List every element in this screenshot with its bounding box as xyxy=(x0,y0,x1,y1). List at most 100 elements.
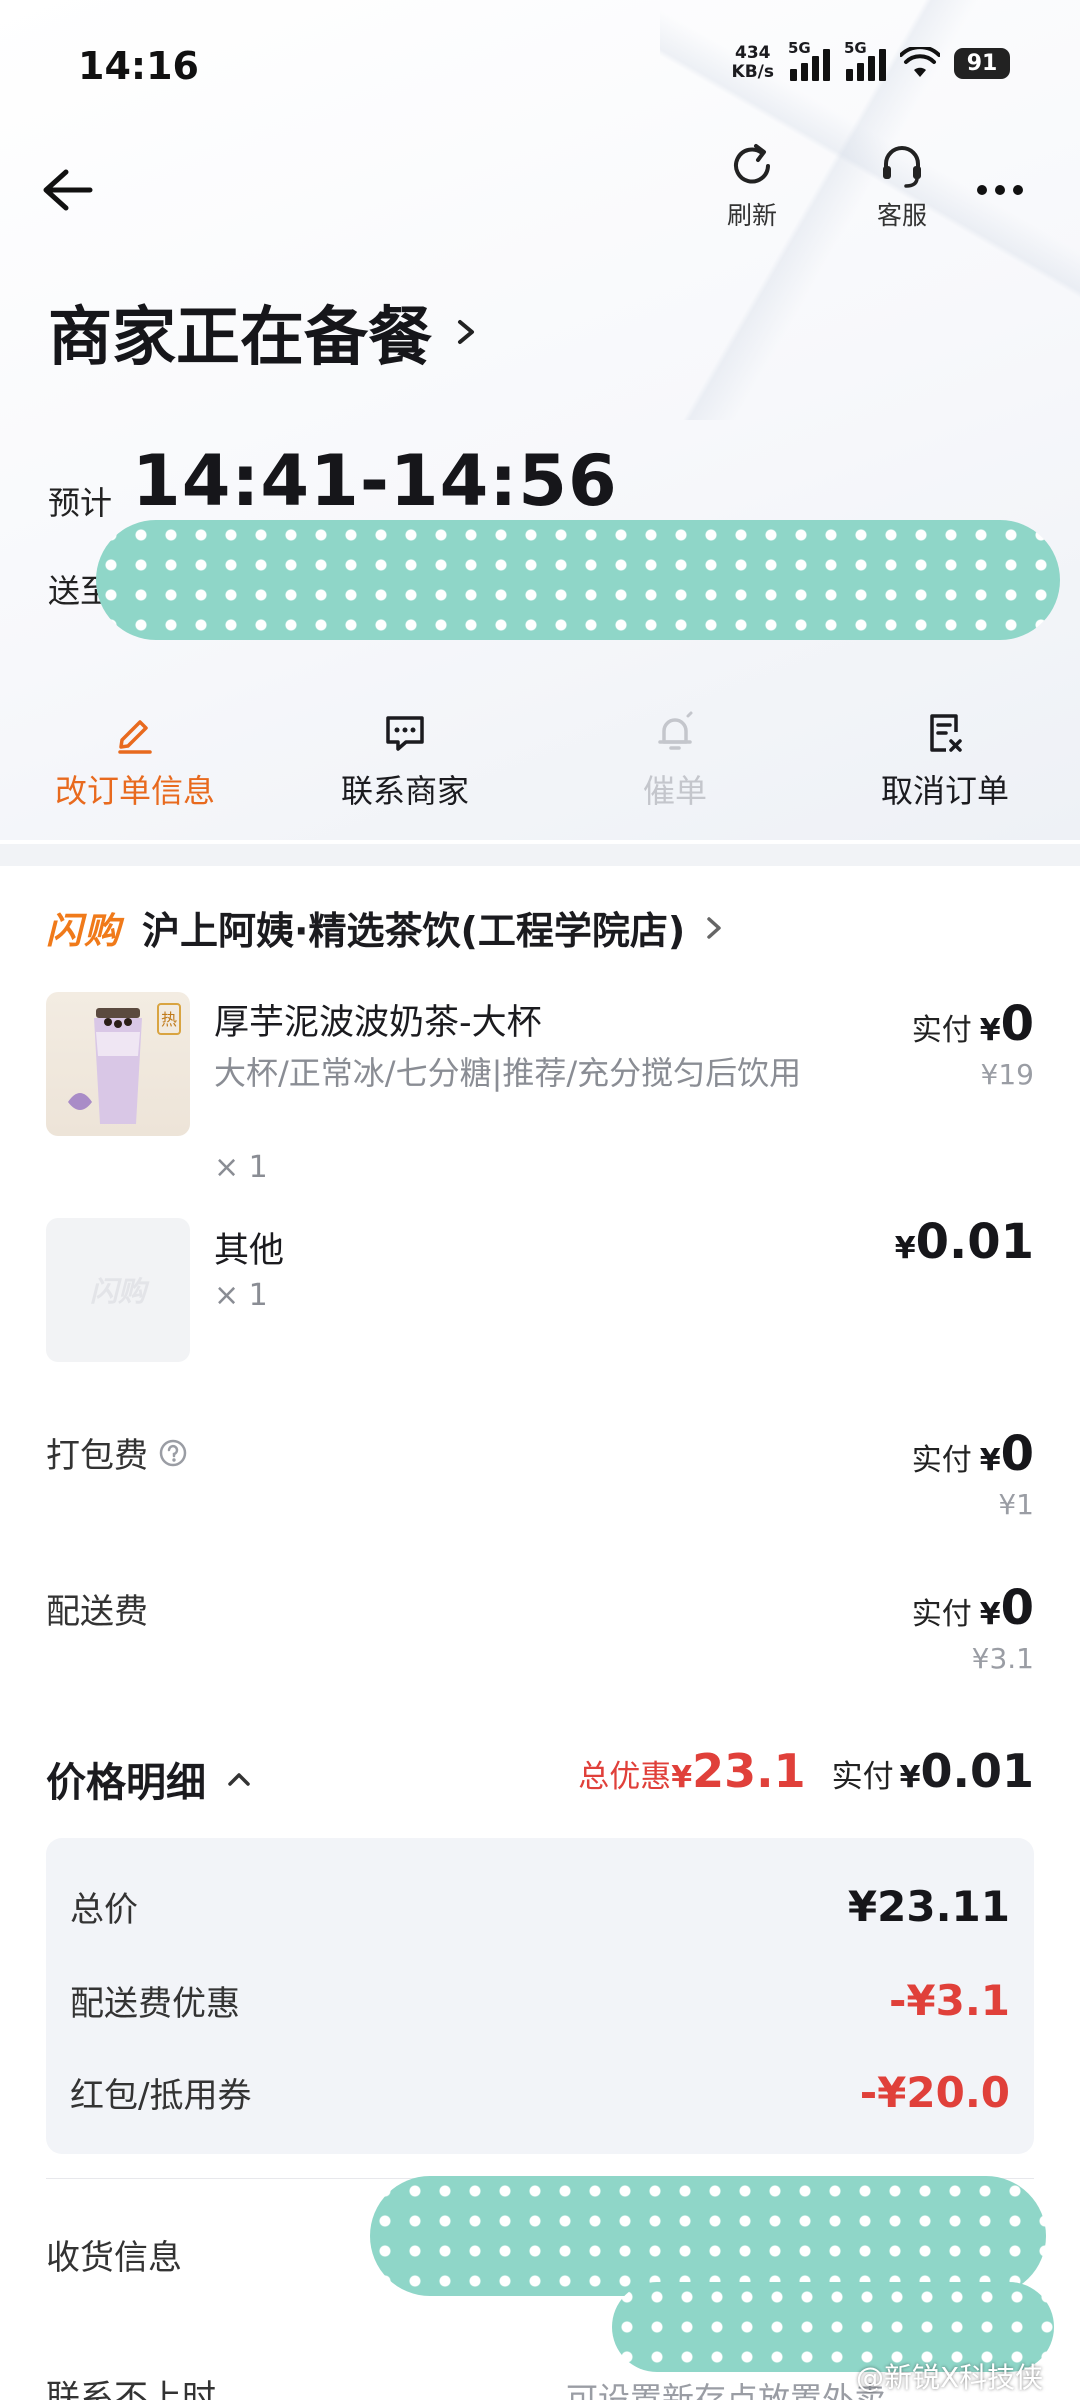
price-row-coupon: 红包/抵用券 -¥20.0 xyxy=(70,2068,1010,2117)
edit-order-button[interactable]: 改订单信息 xyxy=(0,710,270,812)
price-row-value: -¥20.0 xyxy=(859,2068,1010,2117)
placeholder-text: 闪购 xyxy=(89,1275,146,1308)
hot-badge: 热 xyxy=(161,1010,177,1029)
help-icon[interactable] xyxy=(158,1438,188,1468)
price-summary: 总优惠 ¥ 23.1 实付 ¥ 0.01 xyxy=(578,1744,1034,1798)
cancel-order-icon xyxy=(930,714,962,752)
total-paid-yen: ¥ xyxy=(899,1760,921,1795)
price-row-label: 红包/抵用券 xyxy=(70,2076,252,2116)
total-paid-label: 实付 xyxy=(831,1759,894,1795)
paid-value: 0 xyxy=(1000,996,1034,1052)
contact-fallback-hint[interactable]: 可设置新存点放置外卖 xyxy=(566,2374,886,2400)
price-row-value: -¥3.1 xyxy=(888,1976,1010,2025)
section-divider xyxy=(0,844,1080,866)
eta-label: 预计 xyxy=(48,484,113,522)
paid-label: 实付 xyxy=(911,1443,972,1478)
total-discount-value: 23.1 xyxy=(692,1744,806,1798)
price-row-label: 配送费优惠 xyxy=(70,1984,240,2024)
packaging-fee-paid: 实付 ¥ 0 xyxy=(912,1426,1034,1482)
paid-yen: ¥ xyxy=(979,1013,1001,1048)
original-price: ¥1 xyxy=(998,1488,1034,1521)
item-name: 厚芋泥波波奶茶-大杯 xyxy=(214,1003,542,1043)
shangou-brand: 闪购 xyxy=(46,910,123,952)
refresh-icon xyxy=(734,144,770,184)
shop-header[interactable]: 闪购 沪上阿姨·精选茶饮(工程学院店) xyxy=(46,900,729,955)
cancel-order-label: 取消订单 xyxy=(880,772,1009,810)
status-time: 14:16 xyxy=(78,44,199,88)
wifi-icon xyxy=(900,47,940,77)
original-price: ¥3.1 xyxy=(971,1642,1034,1675)
cancel-order-button[interactable]: 取消订单 xyxy=(810,710,1080,812)
signal-icon: 5G xyxy=(788,39,830,81)
back-arrow-icon xyxy=(43,169,93,211)
back-button[interactable] xyxy=(36,158,100,222)
price-row-label: 总价 xyxy=(70,1890,138,1930)
urge-order-label: 催单 xyxy=(642,772,707,810)
receive-info-label: 收货信息 xyxy=(46,2238,182,2278)
shop-name: 沪上阿姨·精选茶饮(工程学院店) xyxy=(142,909,686,953)
paid-yen: ¥ xyxy=(894,1231,916,1266)
refresh-label: 刷新 xyxy=(726,201,777,230)
net-speed-value: 434 xyxy=(735,43,771,63)
product-image-placeholder: 闪购 xyxy=(46,1218,190,1362)
redacted-address xyxy=(96,520,1060,640)
paid-yen: ¥ xyxy=(979,1443,1001,1478)
contact-fallback-label: 联系不上时 xyxy=(46,2378,216,2400)
net-speed: 434 KB/s xyxy=(732,44,774,82)
item-paid: ¥ 0.01 xyxy=(895,1214,1034,1270)
refresh-button[interactable]: 刷新 xyxy=(702,140,802,240)
packaging-fee-label: 打包费 xyxy=(46,1428,188,1477)
watermark: @新锐X科技侠 xyxy=(856,2361,1044,2394)
product-image[interactable]: 热 xyxy=(46,992,190,1136)
headset-icon xyxy=(883,146,921,188)
total-discount-yen: ¥ xyxy=(671,1760,693,1795)
total-paid-value: 0.01 xyxy=(920,1744,1035,1798)
item-name: 其他 xyxy=(214,1231,285,1271)
price-detail-toggle[interactable]: 价格明细 xyxy=(46,1750,254,1808)
order-actions: 改订单信息 联系商家 催单 取消订单 xyxy=(0,710,1080,812)
item-paid: 实付 ¥ 0 xyxy=(912,996,1034,1052)
item-spec: 大杯/正常冰/七分糖|推荐/充分搅匀后饮用 xyxy=(214,1054,802,1092)
order-status-title[interactable]: 商家正在备餐 xyxy=(48,286,478,378)
order-status-text: 商家正在备餐 xyxy=(48,301,432,375)
urge-order-button[interactable]: 催单 xyxy=(540,710,810,812)
paid-yen: ¥ xyxy=(979,1597,1001,1632)
price-row-total: 总价 ¥23.11 xyxy=(70,1882,1010,1931)
contact-merchant-label: 联系商家 xyxy=(340,772,469,810)
original-price: ¥19 xyxy=(980,1058,1034,1091)
total-discount-label: 总优惠 xyxy=(578,1759,672,1795)
delivery-fee-text: 配送费 xyxy=(46,1592,148,1632)
signal-1-label: 5G xyxy=(788,39,811,57)
chevron-right-icon xyxy=(707,916,721,939)
battery-indicator: 91 xyxy=(954,47,1010,79)
more-button[interactable] xyxy=(965,160,1035,220)
paid-label: 实付 xyxy=(911,1597,972,1632)
chat-icon xyxy=(386,716,424,751)
price-detail-box: 总价 ¥23.11 配送费优惠 -¥3.1 红包/抵用券 -¥20.0 xyxy=(46,1838,1034,2154)
delivery-fee-label: 配送费 xyxy=(46,1584,148,1633)
chevron-up-icon xyxy=(228,1773,250,1786)
more-icon xyxy=(977,185,1023,195)
price-row-value: ¥23.11 xyxy=(847,1882,1010,1931)
item-qty: × 1 xyxy=(214,1150,268,1185)
bell-icon xyxy=(658,711,693,750)
paid-value: 0.01 xyxy=(915,1214,1034,1270)
signal-2-label: 5G xyxy=(844,39,867,57)
milk-tea-image: 热 xyxy=(68,1003,181,1124)
paid-label: 实付 xyxy=(911,1013,972,1048)
edit-icon xyxy=(118,720,152,754)
paid-value: 0 xyxy=(1000,1426,1034,1482)
contact-merchant-button[interactable]: 联系商家 xyxy=(270,710,540,812)
paid-value: 0 xyxy=(1000,1580,1034,1636)
edit-order-label: 改订单信息 xyxy=(54,772,215,810)
chevron-right-icon xyxy=(458,320,474,344)
delivery-fee-paid: 实付 ¥ 0 xyxy=(912,1580,1034,1636)
net-speed-unit: KB/s xyxy=(731,62,774,82)
service-label: 客服 xyxy=(876,201,927,230)
redacted-receive-info xyxy=(370,2176,1046,2296)
customer-service-button[interactable]: 客服 xyxy=(852,140,952,240)
price-detail-title: 价格明细 xyxy=(46,1760,206,1806)
price-row-delivery-discount: 配送费优惠 -¥3.1 xyxy=(70,1976,1010,2025)
packaging-fee-text: 打包费 xyxy=(46,1436,148,1476)
status-icons: 434 KB/s 5G 5G 91 xyxy=(732,39,1010,82)
